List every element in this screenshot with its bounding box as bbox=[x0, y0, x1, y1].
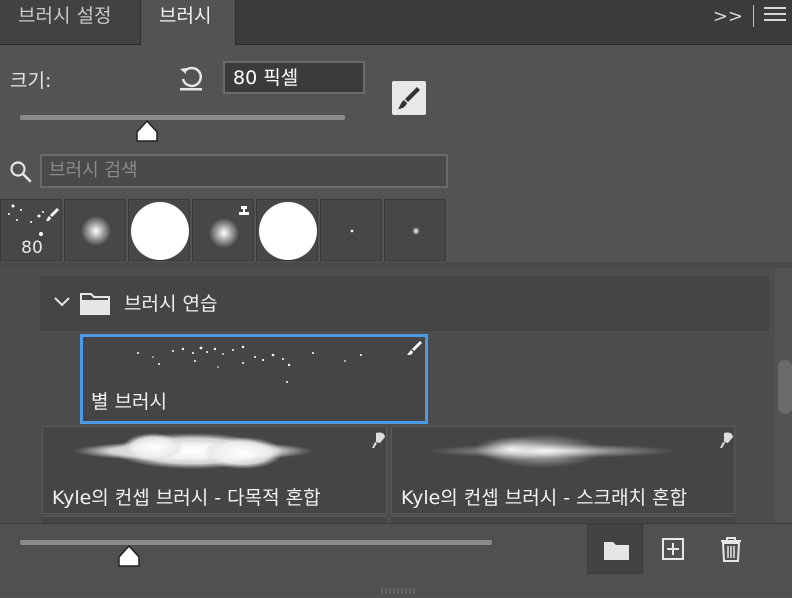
search-input[interactable]: 브러시 검색 bbox=[40, 154, 448, 188]
preset-size: 80 bbox=[21, 238, 43, 258]
double-chevron-right-icon[interactable]: >> bbox=[713, 6, 743, 27]
folder-icon bbox=[80, 291, 110, 315]
new-group-button[interactable] bbox=[587, 524, 643, 574]
bottom-actions bbox=[587, 524, 792, 574]
new-brush-button[interactable] bbox=[645, 524, 701, 574]
brush-item-kyle-scratch[interactable]: Kyle의 컨셉 브러시 - 스크래치 혼합 bbox=[391, 426, 735, 514]
hamburger-menu-icon[interactable] bbox=[764, 4, 786, 28]
recent-brush-presets: 80 bbox=[0, 199, 448, 262]
tab-brushes[interactable]: 브러시 bbox=[140, 0, 236, 45]
search-icon bbox=[9, 160, 33, 184]
brush-group-name: 브러시 연습 bbox=[124, 293, 218, 315]
size-label: 크기: bbox=[10, 70, 52, 92]
brush-tool-icon[interactable] bbox=[392, 81, 426, 115]
preset-small-soft-dot[interactable] bbox=[384, 199, 446, 261]
tab-brush-settings[interactable]: 브러시 설정 bbox=[0, 0, 140, 44]
chevron-down-icon[interactable] bbox=[52, 292, 72, 312]
preset-hard-round-large[interactable] bbox=[256, 199, 318, 261]
reset-size-icon[interactable] bbox=[176, 62, 206, 92]
brush-name: Kyle의 컨셉 브러시 - 다목적 혼합 bbox=[52, 487, 321, 509]
preset-tiny-dot[interactable] bbox=[320, 199, 382, 261]
size-input[interactable]: 80 픽셀 bbox=[223, 61, 365, 94]
brush-name: Kyle의 컨셉 브러시 - 스크래치 혼합 bbox=[401, 487, 688, 509]
preview-size-slider-thumb[interactable] bbox=[117, 544, 141, 568]
list-scrollbar[interactable] bbox=[778, 360, 792, 414]
brush-item-kyle-multi[interactable]: Kyle의 컨셉 브러시 - 다목적 혼합 bbox=[42, 426, 387, 514]
resize-grip[interactable] bbox=[380, 579, 418, 594]
preset-soft-round[interactable] bbox=[64, 199, 126, 261]
size-slider-track[interactable] bbox=[20, 115, 345, 120]
preview-size-slider-track[interactable] bbox=[20, 540, 492, 545]
delete-brush-button[interactable] bbox=[703, 524, 759, 574]
brush-name: 별 브러시 bbox=[91, 391, 167, 413]
size-slider-thumb[interactable] bbox=[135, 119, 159, 143]
preset-spatter[interactable]: 80 bbox=[0, 199, 62, 261]
preset-hard-round[interactable] bbox=[128, 199, 190, 261]
divider bbox=[753, 5, 754, 27]
panel-tools: >> bbox=[713, 0, 792, 32]
preset-soft-round-stamp[interactable] bbox=[192, 199, 254, 261]
brush-item-star[interactable]: 별 브러시 bbox=[80, 334, 428, 424]
